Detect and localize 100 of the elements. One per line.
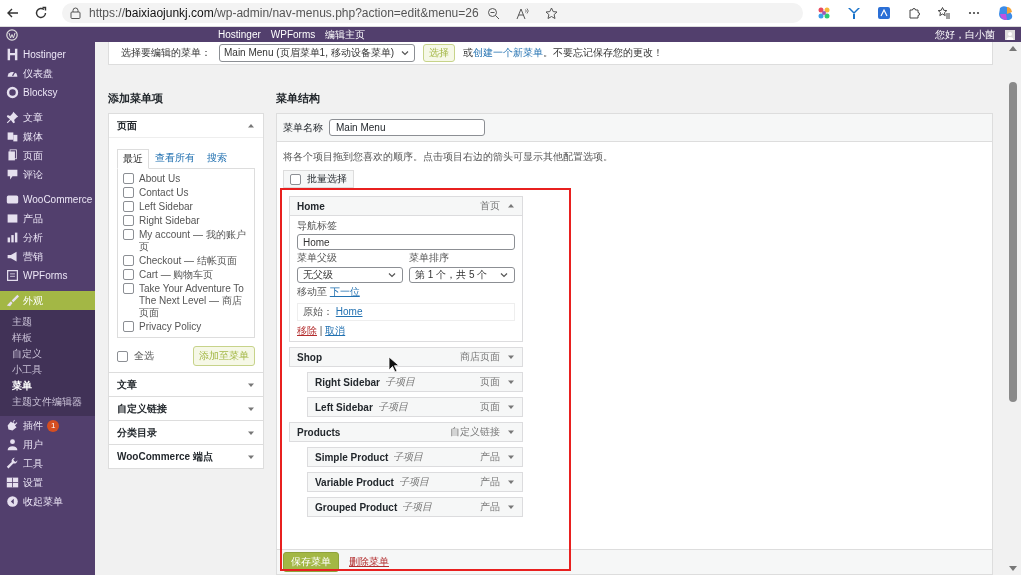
expand-arrow-icon[interactable] xyxy=(507,503,515,511)
menu-item-bar[interactable]: Home 首页 xyxy=(289,196,523,216)
url-text: https://baixiaojunkj.com/wp-admin/nav-menus.php?action=edit&menu=26 xyxy=(89,6,479,20)
accordion-header[interactable]: 分类目录 xyxy=(109,421,263,444)
checkbox[interactable] xyxy=(123,187,134,198)
accordion-header[interactable]: WooCommerce 端点 xyxy=(109,445,263,468)
reload-icon[interactable] xyxy=(34,6,48,20)
menu-item-type: 产品 xyxy=(480,475,500,489)
square-extension-icon[interactable] xyxy=(877,6,891,20)
accordion-header[interactable]: 自定义链接 xyxy=(109,397,263,420)
read-aloud-icon[interactable] xyxy=(515,6,529,20)
checkbox[interactable] xyxy=(123,269,134,280)
expand-arrow-icon[interactable] xyxy=(507,428,515,436)
order-select[interactable]: 第 1 个，共 5 个 xyxy=(409,267,515,283)
dots-extension-icon[interactable] xyxy=(817,6,831,20)
submenu-item[interactable]: 主题文件编辑器 xyxy=(0,394,95,410)
favorites-icon[interactable] xyxy=(937,6,951,20)
menu-item-bar[interactable]: Shop 商店页面 xyxy=(289,347,523,367)
nav-label-field[interactable]: Home xyxy=(297,234,515,250)
sidebar-item[interactable]: 分析 xyxy=(0,228,95,247)
sidebar-item[interactable]: 文章 xyxy=(0,108,95,127)
back-icon[interactable] xyxy=(6,6,20,20)
sidebar-item[interactable]: Hostinger xyxy=(0,45,95,64)
checkbox[interactable] xyxy=(123,173,134,184)
section-heading: 菜单结构 xyxy=(276,91,321,105)
collapse-arrow-icon[interactable] xyxy=(507,202,515,210)
accordion-title: 文章 xyxy=(117,377,137,392)
expand-arrow-icon[interactable] xyxy=(507,378,515,386)
sidebar-item[interactable]: 评论 xyxy=(0,165,95,184)
checkbox[interactable] xyxy=(290,173,301,185)
submenu-item[interactable]: 自定义 xyxy=(0,346,95,362)
form-icon xyxy=(6,269,19,282)
tab[interactable]: 查看所有 xyxy=(149,148,201,168)
create-menu-link[interactable]: 创建一个新菜单 xyxy=(473,47,544,58)
zoom-out-icon[interactable] xyxy=(486,6,500,20)
sidebar-item[interactable]: 页面 xyxy=(0,146,95,165)
submenu-item[interactable]: 小工具 xyxy=(0,362,95,378)
link-separator: | xyxy=(319,325,323,336)
sidebar-item[interactable]: WooCommerce xyxy=(0,190,95,209)
sidebar-item[interactable]: 收起菜单 xyxy=(0,492,95,511)
menu-select[interactable]: Main Menu (页眉菜单1, 移动设备菜单) xyxy=(219,44,416,62)
sidebar-item[interactable]: 媒体 xyxy=(0,127,95,146)
checkbox[interactable] xyxy=(123,283,134,294)
menu-item-bar[interactable]: Right Sidebar 子项目 页面 xyxy=(307,372,523,392)
submenu-item[interactable]: 主题 xyxy=(0,314,95,330)
menu-name-field[interactable]: Main Menu xyxy=(329,119,485,136)
expand-arrow-icon[interactable] xyxy=(507,353,515,361)
checkbox[interactable] xyxy=(117,350,128,362)
expand-arrow-icon[interactable] xyxy=(507,478,515,486)
expand-arrow-icon[interactable] xyxy=(507,453,515,461)
sidebar-item[interactable]: 设置 xyxy=(0,473,95,492)
accordion-header[interactable]: 文章 xyxy=(109,373,263,396)
copilot-icon[interactable] xyxy=(997,4,1015,22)
remove-link[interactable]: 移除 xyxy=(297,325,317,336)
admin-bar-link[interactable]: Hostinger xyxy=(218,29,261,40)
sidebar-item[interactable]: 工具 xyxy=(0,454,95,473)
menu-item-bar[interactable]: Products 自定义链接 xyxy=(289,422,523,442)
menu-item-bar[interactable]: Variable Product 子项目 产品 xyxy=(307,472,523,492)
submenu-item[interactable]: 菜单 xyxy=(0,378,95,394)
original-link[interactable]: Home xyxy=(335,306,363,317)
sidebar-item[interactable]: 仪表盘 xyxy=(0,64,95,83)
sidebar-item[interactable]: 营销 xyxy=(0,247,95,266)
admin-bar-link[interactable]: WPForms xyxy=(270,29,316,40)
greeting-link[interactable]: 您好，白小菌 xyxy=(935,27,995,42)
star-icon[interactable] xyxy=(544,6,558,20)
checkbox[interactable] xyxy=(123,229,134,240)
submenu-item[interactable]: 样板 xyxy=(0,330,95,346)
expand-arrow-icon[interactable] xyxy=(507,403,515,411)
address-bar[interactable]: https://baixiaojunkj.com/wp-admin/nav-menus.php?action=edit&menu=26 xyxy=(62,3,803,23)
tab[interactable]: 最近 xyxy=(117,149,149,169)
bulk-select-button[interactable]: 批量选择 xyxy=(283,170,354,188)
menu-item-bar[interactable]: Grouped Product 子项目 产品 xyxy=(307,497,523,517)
delete-menu-link[interactable]: 删除菜单 xyxy=(349,555,389,569)
menu-item-title: Grouped Product xyxy=(315,501,398,513)
sidebar-item[interactable]: 插件 1 xyxy=(0,416,95,435)
sidebar-item[interactable]: WPForms xyxy=(0,266,95,285)
menu-item-type: 页面 xyxy=(480,375,500,389)
section-heading: 添加菜单项 xyxy=(108,91,164,105)
sidebar-item[interactable]: 产品 xyxy=(0,209,95,228)
wp-logo-icon[interactable] xyxy=(6,28,18,41)
parent-select[interactable]: 无父级 xyxy=(297,267,403,283)
cancel-link[interactable]: 取消 xyxy=(325,325,346,336)
admin-bar-link[interactable]: 编辑主页 xyxy=(325,27,366,42)
checklist-label: Take Your Adventure To The Next Level — 商店页面 xyxy=(139,283,245,319)
bubble-icon xyxy=(6,193,19,206)
checkbox[interactable] xyxy=(123,321,134,332)
checkbox[interactable] xyxy=(123,201,134,212)
accordion-header[interactable]: 页面 xyxy=(109,114,263,138)
move-link[interactable]: 下一位 xyxy=(329,286,360,297)
checkbox[interactable] xyxy=(123,215,134,226)
checklist-label: Right Sidebar xyxy=(139,215,200,227)
field-label: 菜单排序 xyxy=(409,251,450,265)
sidebar-item[interactable]: 用户 xyxy=(0,435,95,454)
checkbox[interactable] xyxy=(123,255,134,266)
menu-item-bar[interactable]: Simple Product 子项目 产品 xyxy=(307,447,523,467)
tab[interactable]: 搜索 xyxy=(201,148,233,168)
menu-item-bar[interactable]: Left Sidebar 子项目 页面 xyxy=(307,397,523,417)
sidebar-item[interactable]: Blocksy xyxy=(0,83,95,102)
chevron-icon xyxy=(499,270,509,280)
avatar-icon[interactable] xyxy=(1005,29,1015,40)
